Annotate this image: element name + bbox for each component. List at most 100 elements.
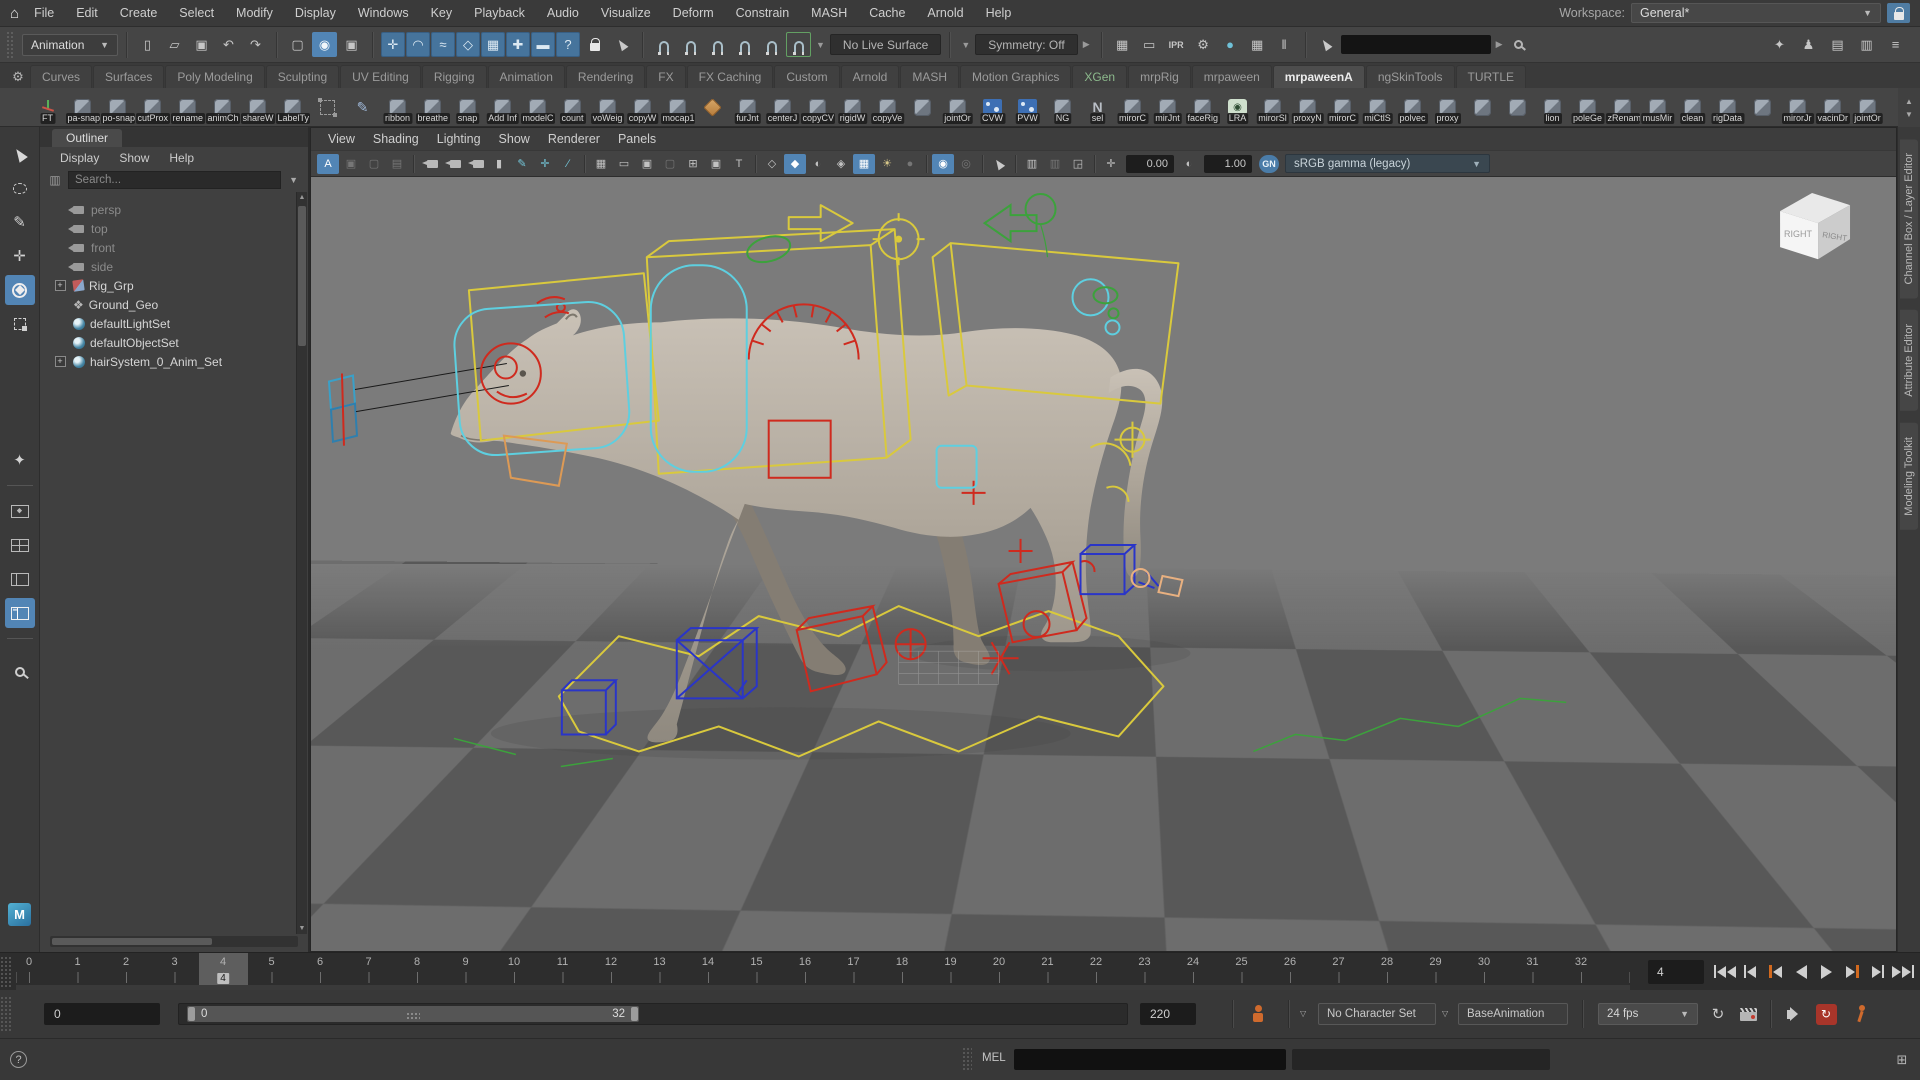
- outliner-item-defaultlightset[interactable]: defaultLightSet: [40, 314, 308, 333]
- statusbar-grip[interactable]: [962, 1047, 972, 1072]
- script-editor-icon[interactable]: ⊞: [1892, 1050, 1912, 1070]
- shelf-item-polvec[interactable]: polvec: [1395, 90, 1430, 125]
- scroll-up-icon[interactable]: ▲: [297, 194, 307, 201]
- snap-grid-icon[interactable]: [651, 32, 676, 57]
- playblast-icon[interactable]: [1736, 1002, 1760, 1026]
- timeline-frame-2[interactable]: 2: [123, 956, 129, 968]
- select-by-name-input[interactable]: [1341, 35, 1491, 54]
- dock-tab-attribute-editor[interactable]: Attribute Editor: [1900, 310, 1918, 411]
- timeline-frame-10[interactable]: 10: [508, 956, 520, 968]
- film-gate-icon[interactable]: ▦: [590, 154, 612, 174]
- materials-icon[interactable]: ◈: [830, 154, 852, 174]
- layout-four-pane-button[interactable]: [5, 530, 35, 560]
- outliner-menu-help[interactable]: Help: [159, 151, 204, 165]
- outliner-item-side[interactable]: side: [40, 257, 308, 276]
- shelf-item-pvw[interactable]: PVW: [1010, 90, 1045, 125]
- scrollbar-thumb[interactable]: [52, 938, 212, 945]
- shelf-item-ribbon[interactable]: ribbon: [380, 90, 415, 125]
- camera-select-icon[interactable]: A: [317, 154, 339, 174]
- menu-select[interactable]: Select: [168, 4, 225, 22]
- shelf-item-python[interactable]: [905, 90, 940, 125]
- outliner-horizontal-scrollbar[interactable]: [50, 936, 298, 947]
- pause-icon[interactable]: ‖: [1272, 32, 1297, 57]
- command-input[interactable]: [1014, 1049, 1286, 1070]
- step-forward-frame-button[interactable]: [1865, 959, 1890, 985]
- exposure-field[interactable]: 0.00: [1126, 155, 1174, 173]
- menu-edit[interactable]: Edit: [65, 4, 109, 22]
- shelf-item-rigdata[interactable]: rigData: [1710, 90, 1745, 125]
- outliner-item-front[interactable]: front: [40, 238, 308, 257]
- shelf-item-facerig[interactable]: faceRig: [1185, 90, 1220, 125]
- shelf-item-centerj[interactable]: centerJ: [765, 90, 800, 125]
- shelf-item-snap[interactable]: snap: [450, 90, 485, 125]
- shelf-item-copyw[interactable]: copyW: [625, 90, 660, 125]
- timeline-frame-16[interactable]: 16: [799, 956, 811, 968]
- open-scene-icon[interactable]: ▱: [162, 32, 187, 57]
- shelf-item-lion[interactable]: lion: [1535, 90, 1570, 125]
- range-grip[interactable]: [0, 996, 12, 1032]
- shelf-tab-surfaces[interactable]: Surfaces: [93, 65, 164, 88]
- paint-select-tool[interactable]: ✎: [5, 207, 35, 237]
- scrollbar-thumb[interactable]: [298, 206, 306, 346]
- next-view-icon[interactable]: [442, 154, 464, 174]
- shelf-item-python[interactable]: [1500, 90, 1535, 125]
- camera-lock-icon[interactable]: ▣: [340, 154, 362, 174]
- timeline-track[interactable]: 4 01234567891011121314151617181920212223…: [16, 953, 1630, 990]
- select-context-icon[interactable]: [988, 154, 1010, 174]
- menu-file[interactable]: File: [23, 4, 65, 22]
- shelf-item-musmir[interactable]: musMir: [1640, 90, 1675, 125]
- hypershade-icon[interactable]: ●: [1218, 32, 1243, 57]
- shelf-tab-mash[interactable]: MASH: [900, 65, 959, 88]
- shelf-item-mirjnt[interactable]: mirJnt: [1150, 90, 1185, 125]
- shelf-item-mirorsl[interactable]: mirorSl: [1255, 90, 1290, 125]
- viewport-menu-panels[interactable]: Panels: [609, 132, 665, 146]
- go-to-start-button[interactable]: [1712, 959, 1737, 985]
- menu-deform[interactable]: Deform: [662, 4, 725, 22]
- menu-constrain[interactable]: Constrain: [725, 4, 801, 22]
- lasso-select-tool[interactable]: [5, 173, 35, 203]
- timeline-frame-28[interactable]: 28: [1381, 956, 1393, 968]
- safe-title-icon[interactable]: ▣: [705, 154, 727, 174]
- viewport-menu-renderer[interactable]: Renderer: [539, 132, 609, 146]
- timeline-frame-0[interactable]: 0: [26, 956, 32, 968]
- gear-icon[interactable]: ⚙: [6, 69, 30, 85]
- outliner-menu-show[interactable]: Show: [109, 151, 159, 165]
- shelf-item-furjnt[interactable]: furJnt: [730, 90, 765, 125]
- auto-keyframe-icon[interactable]: ↻: [1814, 1002, 1838, 1026]
- timeline-frame-25[interactable]: 25: [1235, 956, 1247, 968]
- previous-view-icon[interactable]: [419, 154, 441, 174]
- scroll-down-icon[interactable]: ▼: [1905, 110, 1913, 119]
- render-settings-icon[interactable]: ⚙: [1191, 32, 1216, 57]
- isolate-select-icon[interactable]: ▥: [1021, 154, 1043, 174]
- make-live-icon[interactable]: [786, 32, 811, 57]
- scale-tool[interactable]: [5, 309, 35, 339]
- zoom-tool[interactable]: [5, 657, 35, 687]
- shelf-tab-arnold[interactable]: Arnold: [841, 65, 900, 88]
- chevron-down-icon[interactable]: ▽: [1442, 1009, 1448, 1018]
- shaded-icon[interactable]: ◆: [784, 154, 806, 174]
- ipr-render-icon[interactable]: IPR: [1164, 32, 1189, 57]
- shelf-tab-mrpaweena[interactable]: mrpaweenA: [1273, 65, 1365, 88]
- timeline-frame-3[interactable]: 3: [171, 956, 177, 968]
- toolbar-grip[interactable]: [6, 31, 14, 58]
- menu-cache[interactable]: Cache: [858, 4, 916, 22]
- hud-icon[interactable]: T: [728, 154, 750, 174]
- viewport-menu-shading[interactable]: Shading: [364, 132, 428, 146]
- bookmark-icon[interactable]: ▮: [488, 154, 510, 174]
- timeline-frame-12[interactable]: 12: [605, 956, 617, 968]
- snap-curve-icon[interactable]: [678, 32, 703, 57]
- chevron-down-icon[interactable]: ▼: [813, 40, 828, 50]
- maya-logo[interactable]: M: [8, 903, 31, 926]
- shelf-item-rigidw[interactable]: rigidW: [835, 90, 870, 125]
- character-set-dropdown[interactable]: No Character Set: [1318, 1003, 1436, 1025]
- select-deformations-icon[interactable]: ▦: [481, 32, 505, 57]
- shelf-item-proxy[interactable]: proxy: [1430, 90, 1465, 125]
- timeline-frame-6[interactable]: 6: [317, 956, 323, 968]
- timeline-frame-20[interactable]: 20: [993, 956, 1005, 968]
- wireframe-icon[interactable]: ◇: [761, 154, 783, 174]
- grease-pencil-icon[interactable]: ✎: [511, 154, 533, 174]
- resolution-gate-icon[interactable]: ▭: [613, 154, 635, 174]
- select-tool[interactable]: [5, 139, 35, 169]
- timeline-frame-24[interactable]: 24: [1187, 956, 1199, 968]
- select-hierarchy-icon[interactable]: ▢: [285, 32, 310, 57]
